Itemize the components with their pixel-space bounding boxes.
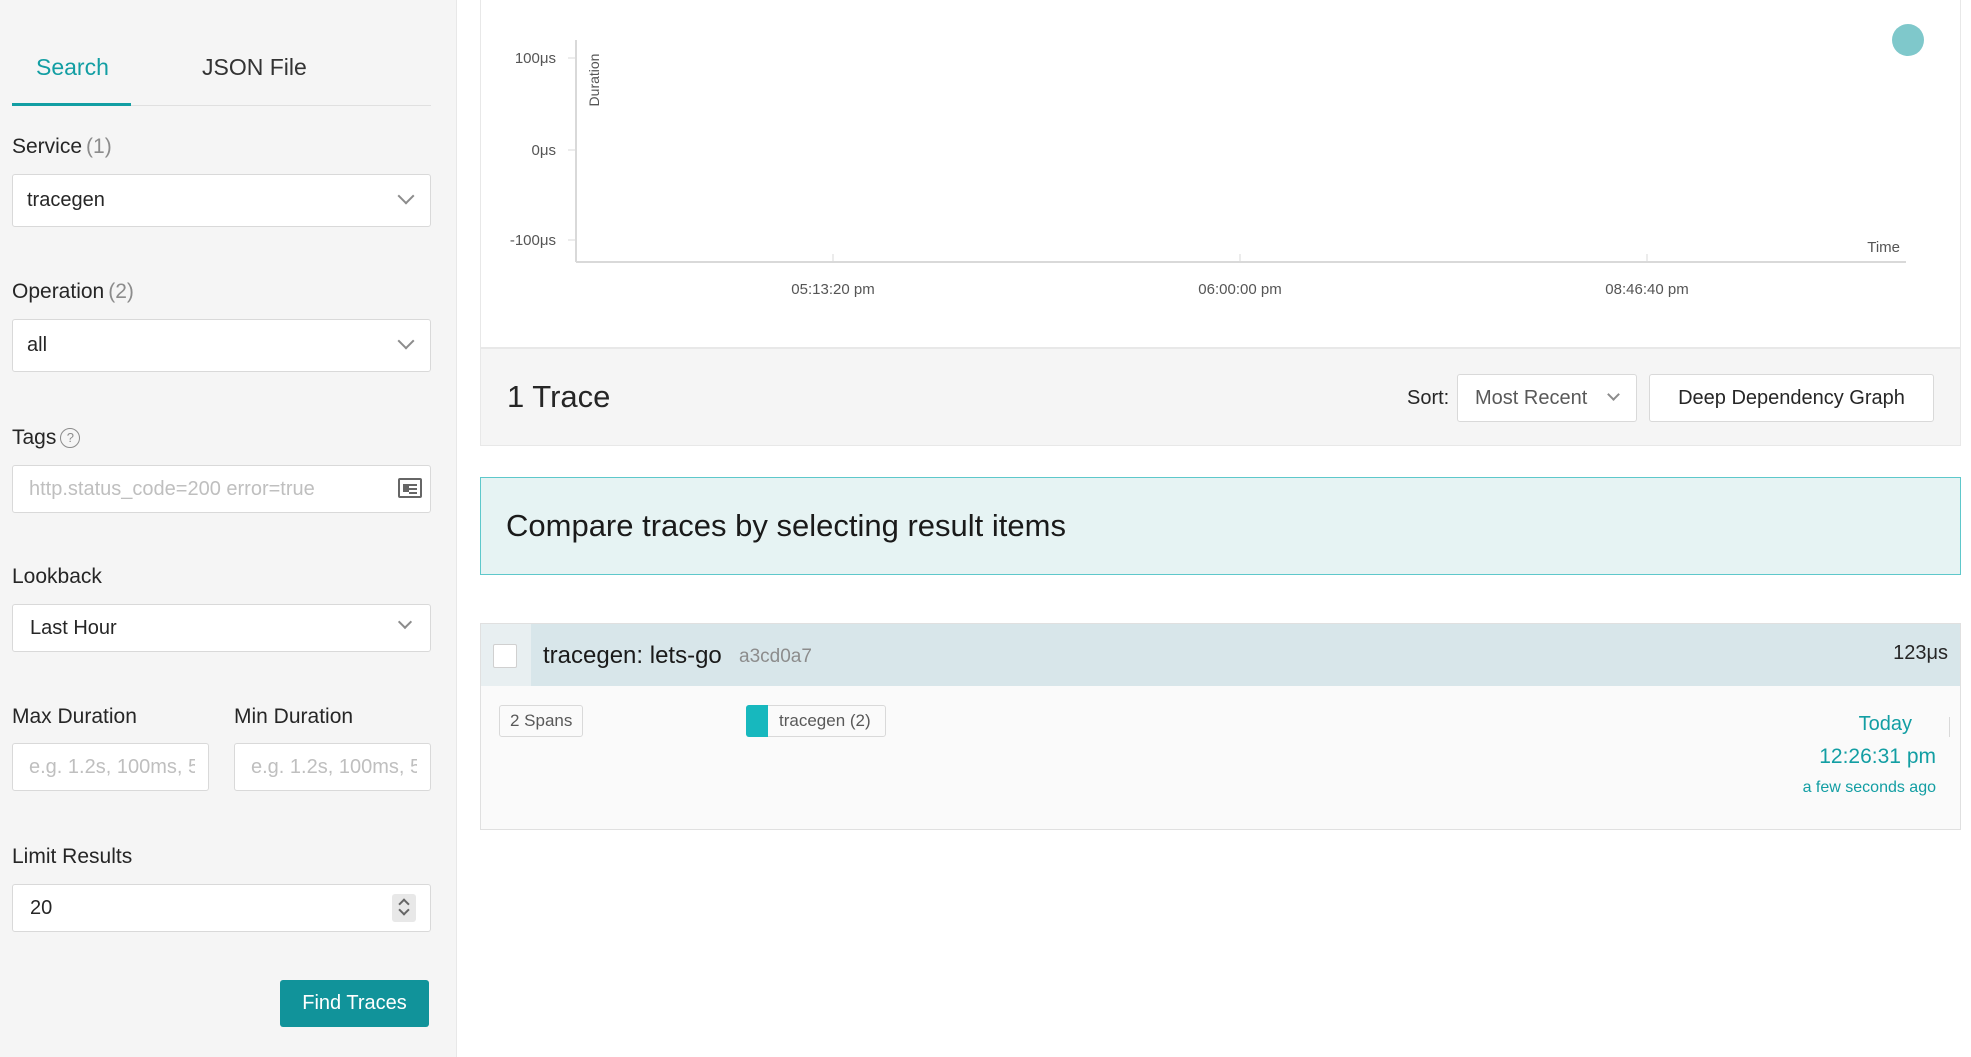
- min-duration-label-text: Min Duration: [234, 705, 354, 728]
- trace-relative-time: a few seconds ago: [1802, 779, 1936, 796]
- max-duration-placeholder: e.g. 1.2s, 100ms, 500us: [29, 756, 195, 778]
- trace-start-time: 12:26:31 pm: [1819, 745, 1936, 768]
- sort-select[interactable]: Most Recent: [1457, 374, 1637, 422]
- spans-count-tag: 2 Spans: [499, 705, 584, 737]
- service-label: Service (1): [12, 135, 112, 159]
- trace-result-header[interactable]: tracegen: lets-go a3cd0a7 123μs: [481, 624, 1960, 686]
- y-axis-label: Duration: [586, 54, 602, 107]
- chart-axes: Duration Time: [575, 40, 1906, 263]
- x-tick-label: 05:13:20 pm: [791, 281, 874, 298]
- lookback-label: Lookback: [12, 565, 102, 589]
- service-tag-label: tracegen (2): [779, 711, 871, 730]
- tags-placeholder: http.status_code=200 error=true: [29, 478, 315, 500]
- service-tag: tracegen (2): [746, 705, 886, 737]
- help-icon[interactable]: ?: [60, 428, 81, 448]
- operation-count: (2): [108, 280, 134, 303]
- limit-input[interactable]: 20: [12, 884, 431, 932]
- chart-ticks: 100μs 0μs -100μs 05:13:20 pm 06:00:00 pm 08:4…: [510, 50, 1689, 298]
- sort-label: Sort:: [1407, 387, 1450, 409]
- service-count: (1): [86, 135, 112, 158]
- trace-result-item[interactable]: tracegen: lets-go a3cd0a7 123μs 2 Spans …: [480, 623, 1961, 830]
- trace-day: Today: [1858, 713, 1912, 735]
- operation-select-value: all: [27, 334, 48, 356]
- min-duration-input[interactable]: e.g. 1.2s, 100ms, 500us: [234, 743, 431, 791]
- number-stepper[interactable]: [392, 894, 416, 922]
- trace-duration: 123μs: [1893, 642, 1948, 664]
- limit-label: Limit Results: [12, 845, 132, 869]
- min-duration-placeholder: e.g. 1.2s, 100ms, 500us: [251, 756, 417, 778]
- sort-select-value: Most Recent: [1475, 387, 1588, 409]
- traces-scatter-chart: Duration Time 100μs 0μs -100μs 05:13:20 pm 06…: [480, 0, 1961, 348]
- operation-label: Operation (2): [12, 280, 134, 304]
- trace-title[interactable]: tracegen: lets-go: [543, 642, 722, 670]
- service-label-text: Service: [12, 135, 83, 158]
- trace-count: 1 Trace: [507, 379, 611, 414]
- limit-label-text: Limit Results: [12, 845, 133, 868]
- operation-select[interactable]: all: [12, 319, 431, 372]
- chevron-down-icon: [397, 614, 413, 630]
- max-duration-label: Max Duration: [12, 705, 137, 729]
- trace-select-cell: [481, 624, 531, 686]
- service-color-swatch: [746, 705, 768, 737]
- tab-search[interactable]: Search: [36, 54, 109, 81]
- service-select-value: tracegen: [27, 189, 105, 211]
- tab-json-file[interactable]: JSON File: [202, 54, 307, 81]
- app: Search JSON File Service (1) tracegen Ope…: [0, 0, 1971, 1057]
- deep-dependency-graph-button[interactable]: Deep Dependency Graph: [1649, 374, 1934, 422]
- y-tick-label: 100μs: [515, 50, 556, 67]
- min-duration-label: Min Duration: [234, 705, 353, 729]
- lookback-select[interactable]: Last Hour: [12, 604, 431, 652]
- compare-banner-text: Compare traces by selecting result items: [506, 508, 1066, 543]
- results-header: 1 Trace Sort: Most Recent Deep Dependenc…: [480, 348, 1961, 446]
- x-axis-label: Time: [1867, 239, 1900, 256]
- y-tick-label: -100μs: [510, 232, 556, 249]
- chevron-down-icon: [397, 187, 415, 205]
- max-duration-label-text: Max Duration: [12, 705, 137, 728]
- lookback-label-text: Lookback: [12, 565, 102, 588]
- x-tick-label: 06:00:00 pm: [1198, 281, 1281, 298]
- tags-card-icon[interactable]: [398, 478, 422, 498]
- y-tick-label: 0μs: [532, 142, 557, 159]
- search-sidebar: Search JSON File Service (1) tracegen Ope…: [0, 0, 457, 1057]
- active-tab-indicator: [12, 103, 131, 106]
- find-traces-button[interactable]: Find Traces: [280, 980, 429, 1027]
- limit-value: 20: [30, 897, 53, 919]
- search-tabs: Search JSON File: [12, 40, 431, 106]
- chart-points: [1892, 24, 1924, 56]
- tags-label: Tags?: [12, 426, 81, 450]
- tags-label-text: Tags: [12, 426, 57, 449]
- compare-banner: Compare traces by selecting result items: [480, 477, 1961, 575]
- chevron-down-icon: [1607, 388, 1620, 401]
- chevron-down-icon: [397, 332, 415, 350]
- scatter-plot-svg: Duration Time 100μs 0μs -100μs 05:13:20 pm 06…: [510, 24, 1924, 298]
- service-select[interactable]: tracegen: [12, 174, 431, 227]
- tags-input[interactable]: http.status_code=200 error=true: [12, 465, 431, 513]
- x-tick-label: 08:46:40 pm: [1605, 281, 1688, 298]
- divider: [1949, 717, 1950, 737]
- lookback-select-value: Last Hour: [30, 617, 117, 639]
- max-duration-input[interactable]: e.g. 1.2s, 100ms, 500us: [12, 743, 209, 791]
- trace-select-checkbox[interactable]: [493, 644, 517, 668]
- trace-point[interactable]: [1892, 24, 1924, 56]
- operation-label-text: Operation: [12, 280, 105, 303]
- trace-id: a3cd0a7: [739, 646, 812, 667]
